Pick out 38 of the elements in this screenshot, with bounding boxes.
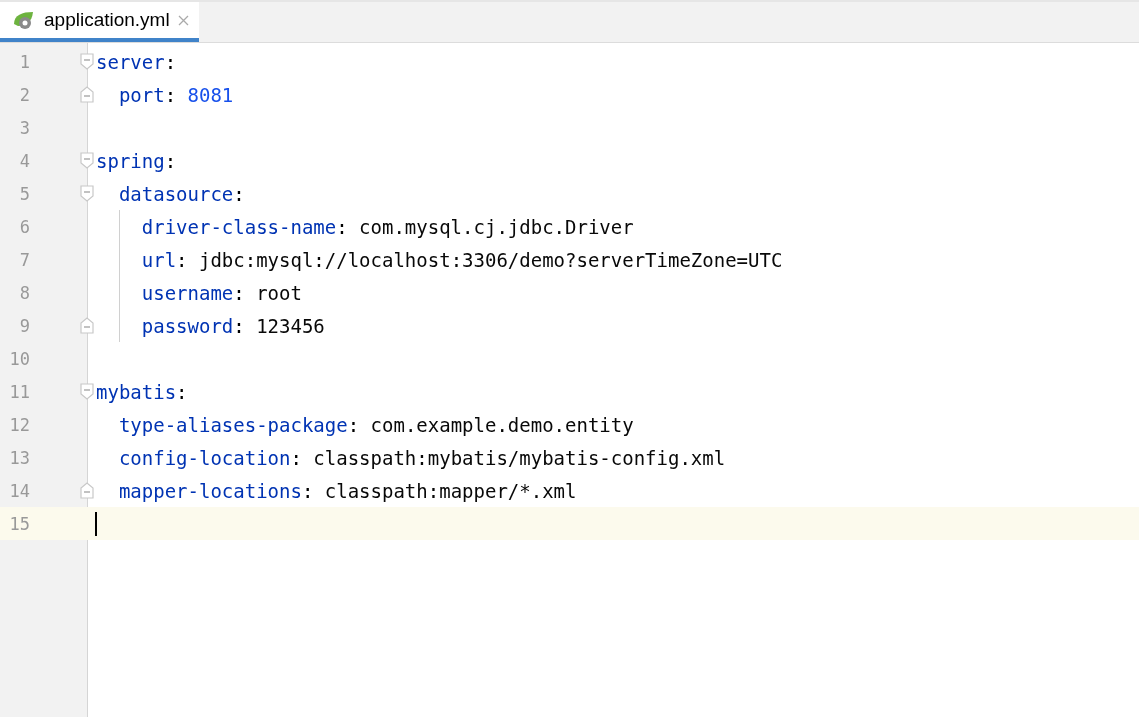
line-number: 11 [8,381,30,402]
code-line: port: 8081 [117,83,234,106]
fold-end-icon[interactable] [80,86,94,103]
line-number: 5 [18,183,30,204]
fold-end-icon[interactable] [80,317,94,334]
line-number: 14 [8,480,30,501]
code-line: datasource: [117,182,245,205]
line-number: 12 [8,414,30,435]
fold-start-icon[interactable] [80,152,94,169]
code-line: driver-class-name: com.mysql.cj.jdbc.Driver [140,215,634,238]
fold-start-icon[interactable] [80,185,94,202]
line-number: 4 [18,150,30,171]
code-line: server: [96,50,177,73]
fold-start-icon[interactable] [80,383,94,400]
code-line: username: root [140,281,302,304]
code-line: url: jdbc:mysql://localhost:3306/demo?serverTimeZone=UTC [140,248,783,271]
text-cursor [95,512,97,536]
line-number: 6 [18,216,30,237]
fold-end-icon[interactable] [80,482,94,499]
spring-leaf-icon [12,10,36,30]
code-line: spring: [96,149,177,172]
code-line: password: 123456 [140,314,325,337]
editor-tab[interactable]: application.yml [0,2,199,42]
line-number: 10 [8,348,30,369]
line-number: 9 [18,315,30,336]
line-number: 3 [18,117,30,138]
code-line: config-location: classpath:mybatis/mybatis-config.xml [117,446,726,469]
close-icon[interactable] [177,14,189,26]
line-number: 15 [8,513,30,534]
fold-start-icon[interactable] [80,53,94,70]
line-number: 8 [18,282,30,303]
line-number: 7 [18,249,30,270]
line-number: 1 [18,51,30,72]
line-number: 2 [18,84,30,105]
code-line: mapper-locations: classpath:mapper/*.xml [117,479,577,502]
code-line: mybatis: [96,380,188,403]
code-line: type-aliases-package: com.example.demo.entity [117,413,634,436]
line-number: 13 [8,447,30,468]
